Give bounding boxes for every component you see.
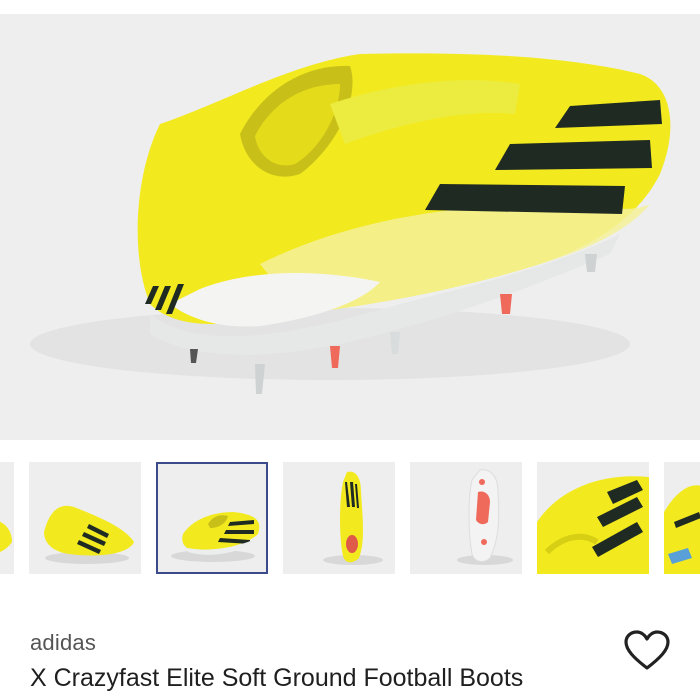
thumbnail-5[interactable] [410,462,522,574]
thumbnail-7[interactable] [664,462,700,574]
thumbnail-strip [0,462,700,576]
thumbnail-boot-image [44,505,134,564]
thumbnail-boot-image [664,485,700,574]
thumbnail-4[interactable] [283,462,395,574]
wishlist-button[interactable] [622,628,672,674]
product-brand[interactable]: adidas [30,630,96,656]
product-title: X Crazyfast Elite Soft Ground Football B… [30,664,524,692]
heart-outline-icon [624,630,670,670]
thumbnail-3[interactable] [156,462,268,574]
thumbnail-boot-image [171,512,260,562]
thumbnail-boot-image [457,469,513,565]
thumbnail-6[interactable] [537,462,649,574]
thumbnail-1[interactable] [0,462,14,574]
thumbnail-boot-image [323,471,383,565]
thumbnail-boot-image [0,521,12,552]
thumbnail-boot-image [537,462,649,574]
main-product-image[interactable] [0,14,700,440]
thumbnail-2[interactable] [29,462,141,574]
boot-illustration [30,53,671,394]
